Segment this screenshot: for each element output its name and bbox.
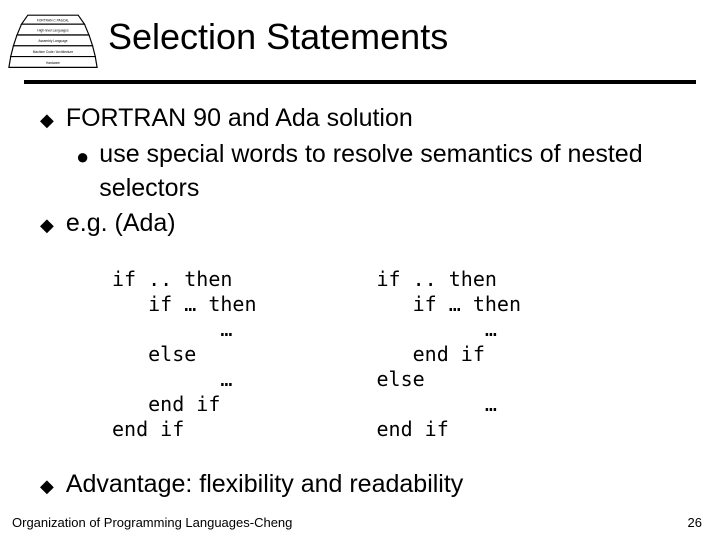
code-block-right: if .. then if … then … end if else … end… xyxy=(377,267,522,442)
code-block-left: if .. then if … then … else … end if end… xyxy=(112,267,257,442)
svg-text:FORTRAN C PASCAL: FORTRAN C PASCAL xyxy=(37,19,69,23)
page-number: 26 xyxy=(688,515,702,530)
slide-body: ◆ FORTRAN 90 and Ada solution ● use spec… xyxy=(0,84,720,502)
bullet-3: ◆ Advantage: flexibility and readability xyxy=(40,468,684,502)
slide: FORTRAN C PASCAL High-level Languages As… xyxy=(0,0,720,540)
diamond-bullet-icon: ◆ xyxy=(40,108,54,132)
layers-logo-icon: FORTRAN C PASCAL High-level Languages As… xyxy=(8,8,98,72)
bullet-2: ◆ e.g. (Ada) xyxy=(40,207,684,241)
bullet-1a-text: use special words to resolve semantics o… xyxy=(99,138,684,206)
bullet-1a: ● use special words to resolve semantics… xyxy=(76,138,684,206)
bullet-1: ◆ FORTRAN 90 and Ada solution xyxy=(40,102,684,136)
diamond-bullet-icon: ◆ xyxy=(40,474,54,498)
bullet-2-text: e.g. (Ada) xyxy=(66,207,176,241)
svg-text:High-level Languages: High-level Languages xyxy=(37,28,69,32)
slide-title: Selection Statements xyxy=(108,16,448,58)
svg-text:Machine Code / Architecture: Machine Code / Architecture xyxy=(33,50,74,54)
diamond-bullet-icon: ◆ xyxy=(40,213,54,237)
code-examples: if .. then if … then … else … end if end… xyxy=(112,267,684,442)
svg-text:Hardware: Hardware xyxy=(46,61,60,65)
header: FORTRAN C PASCAL High-level Languages As… xyxy=(0,0,720,72)
disc-bullet-icon: ● xyxy=(76,142,89,172)
svg-text:Assembly Language: Assembly Language xyxy=(38,39,67,43)
footer-text: Organization of Programming Languages-Ch… xyxy=(12,515,292,530)
bullet-1-text: FORTRAN 90 and Ada solution xyxy=(66,102,413,136)
bullet-3-text: Advantage: flexibility and readability xyxy=(66,468,463,502)
